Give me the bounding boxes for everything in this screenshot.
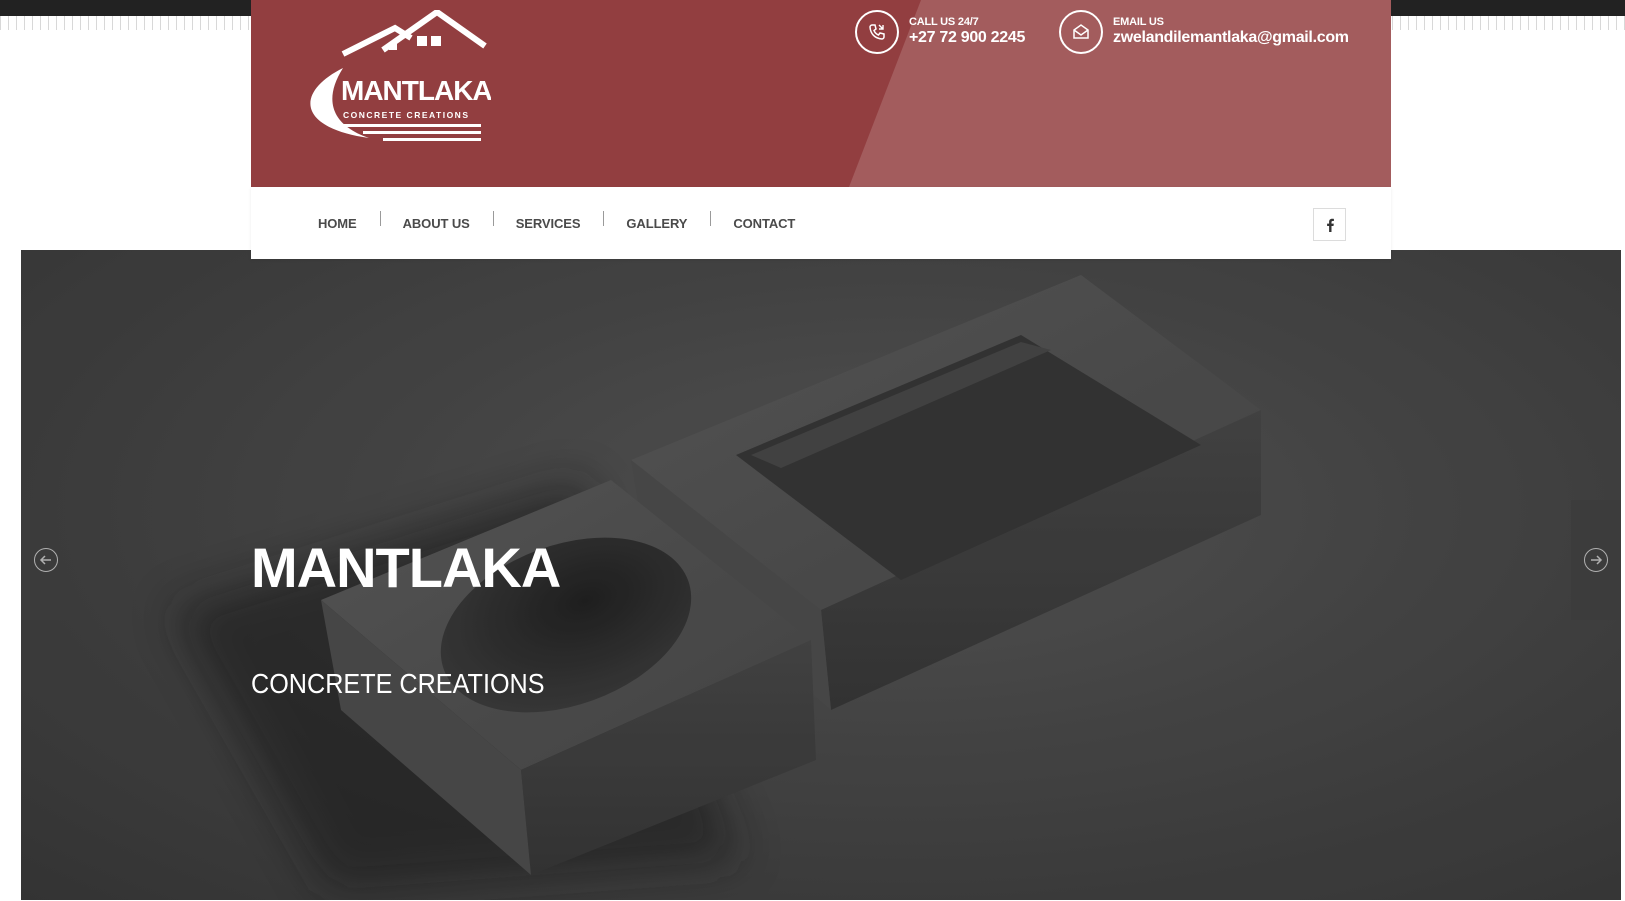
nav-item-gallery[interactable]: GALLERY: [603, 210, 710, 231]
logo-image: MANTLAKA CONCRETE CREATIONS: [310, 8, 493, 141]
email-contact: EMAIL US zwelandilemantlaka@gmail.com: [1059, 10, 1349, 54]
hero-slider: MANTLAKA CONCRETE CREATIONS: [21, 250, 1621, 900]
slider-next-button[interactable]: [1571, 500, 1621, 620]
nav-item-contact[interactable]: CONTACT: [710, 210, 818, 231]
main-nav: HOME ABOUT US SERVICES GALLERY CONTACT: [251, 187, 1391, 259]
hero-subtitle: CONCRETE CREATIONS: [251, 668, 545, 699]
arrow-right-icon: [1584, 548, 1608, 572]
nav-menu: HOME ABOUT US SERVICES GALLERY CONTACT: [295, 187, 818, 259]
envelope-icon: [1059, 10, 1103, 54]
logo-tagline: CONCRETE CREATIONS: [343, 110, 470, 120]
call-number[interactable]: +27 72 900 2245: [909, 28, 1025, 48]
facebook-icon: [1326, 218, 1334, 232]
slider-prev-button[interactable]: [21, 500, 71, 620]
logo-name: MANTLAKA: [341, 75, 491, 106]
site-logo[interactable]: MANTLAKA CONCRETE CREATIONS: [299, 8, 493, 145]
email-address[interactable]: zwelandilemantlaka@gmail.com: [1113, 28, 1349, 48]
call-label: CALL US 24/7: [909, 16, 979, 28]
facebook-button[interactable]: [1313, 208, 1346, 241]
call-contact: CALL US 24/7 +27 72 900 2245: [855, 10, 1025, 54]
arrow-left-icon: [34, 548, 58, 572]
nav-item-about-us[interactable]: ABOUT US: [379, 210, 493, 231]
site-header: MANTLAKA CONCRETE CREATIONS CALL US 24/7…: [251, 0, 1391, 187]
nav-item-home[interactable]: HOME: [295, 216, 380, 231]
phone-icon: [855, 10, 899, 54]
hero-title: MANTLAKA: [251, 536, 561, 599]
nav-item-services[interactable]: SERVICES: [492, 210, 604, 231]
email-label: EMAIL US: [1113, 16, 1164, 28]
